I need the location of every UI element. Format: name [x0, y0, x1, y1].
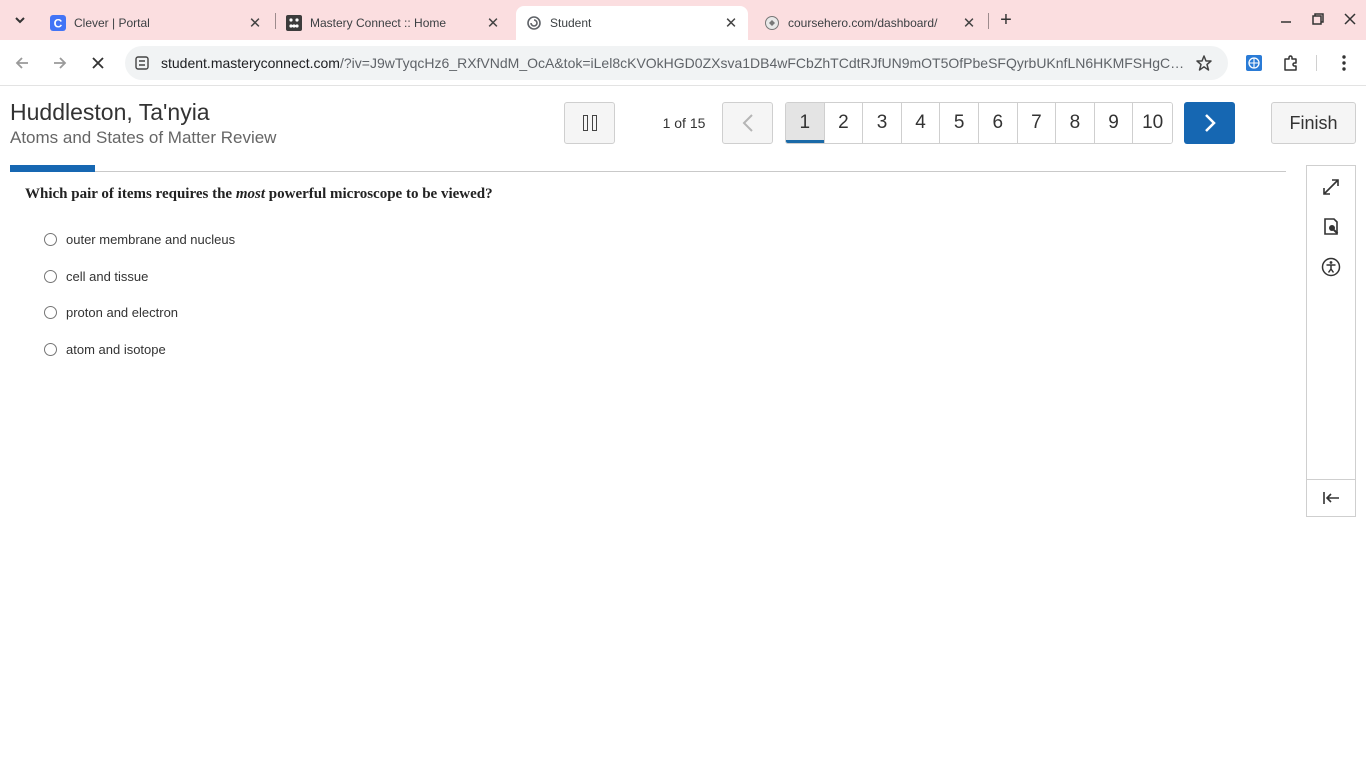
tab-strip: C Clever | Portal ✕ Mastery Connect :: H…: [0, 0, 1366, 40]
globe-icon: [764, 15, 780, 31]
tools-panel: [1306, 165, 1356, 517]
tab-title: Student: [550, 16, 592, 30]
answer-choice-label[interactable]: atom and isotope: [66, 342, 166, 357]
tools-divider: [1307, 479, 1355, 480]
restore-button[interactable]: [1306, 8, 1330, 30]
chevron-left-icon: [742, 114, 753, 132]
extension-button[interactable]: [1243, 52, 1265, 74]
radio-button[interactable]: [44, 343, 57, 356]
pause-icon-bar: [582, 115, 588, 131]
browser-menu-button[interactable]: [1333, 52, 1355, 74]
chevron-right-icon: [1204, 114, 1216, 132]
close-icon[interactable]: ✕: [960, 14, 978, 32]
mastery-connect-icon: [286, 15, 302, 31]
progress-track: [10, 171, 1286, 172]
question-text-end: powerful microscope to be viewed?: [265, 186, 493, 202]
tab-search-button[interactable]: [6, 7, 34, 33]
tab-separator: [988, 13, 989, 29]
collapse-panel-icon: [1323, 492, 1339, 504]
question-nav-button-2[interactable]: 2: [824, 103, 864, 143]
plus-icon: +: [1000, 8, 1012, 31]
puzzle-icon: [1284, 55, 1297, 71]
answer-choice-label[interactable]: proton and electron: [66, 305, 178, 320]
question-text: Which pair of items requires the most po…: [25, 186, 493, 203]
tab-title: Mastery Connect :: Home: [310, 16, 447, 30]
extensions-menu-button[interactable]: [1280, 52, 1302, 74]
close-icon[interactable]: ✕: [484, 14, 502, 32]
question-emphasis: most: [235, 186, 266, 202]
close-icon[interactable]: ✕: [246, 14, 264, 32]
clever-icon: C: [50, 15, 66, 31]
address-bar[interactable]: student.masteryconnect.com/?iv=J9wTyqcHz…: [125, 46, 1228, 80]
student-name: Huddleston, Ta'nyia: [10, 99, 210, 125]
question-nav-button-8[interactable]: 8: [1056, 103, 1095, 143]
bookmark-star-icon[interactable]: [1194, 53, 1214, 73]
question-nav-button-4[interactable]: 4: [901, 103, 941, 143]
progress-bar-fill: [10, 165, 96, 172]
question-nav-button-5[interactable]: 5: [940, 103, 979, 143]
url-text[interactable]: student.masteryconnect.com/?iv=J9wTyqcHz…: [161, 55, 1185, 71]
collapse-panel-button[interactable]: [1319, 486, 1343, 510]
minimize-button[interactable]: [1274, 8, 1298, 30]
question-text-start: Which pair of items requires the: [25, 186, 236, 202]
answer-choice-label[interactable]: outer membrane and nucleus: [66, 232, 235, 247]
radio-button[interactable]: [44, 306, 57, 319]
svg-text:C: C: [54, 17, 63, 31]
magnifier-icon: [1324, 218, 1339, 235]
back-button[interactable]: [9, 50, 35, 76]
tab-title: Clever | Portal: [74, 16, 150, 30]
question-nav-button-3[interactable]: 3: [863, 103, 902, 143]
answer-choice[interactable]: cell and tissue: [44, 269, 148, 284]
url-path: /?iv=J9wTyqcHz6_RXfVNdM_OcA&tok=iLel8cKV…: [339, 55, 1185, 71]
tab-title: coursehero.com/dashboard/: [788, 16, 938, 30]
new-tab-button[interactable]: +: [994, 9, 1018, 31]
close-icon[interactable]: ✕: [722, 14, 740, 32]
accessibility-icon: [1321, 257, 1341, 277]
close-window-button[interactable]: [1338, 8, 1362, 30]
restore-icon: [1312, 13, 1324, 25]
question-navigator: 1 2 3 4 5 6 7 8 9 10: [785, 102, 1173, 144]
tab-student[interactable]: Student ✕: [516, 6, 748, 40]
tab-mastery-connect[interactable]: Mastery Connect :: Home ✕: [276, 6, 510, 40]
close-icon: [1344, 13, 1356, 25]
question-nav-button-7[interactable]: 7: [1017, 103, 1057, 143]
pause-icon-bar: [591, 115, 597, 131]
stop-loading-button[interactable]: [85, 50, 111, 76]
question-nav-button-6[interactable]: 6: [978, 103, 1018, 143]
answer-choice-label[interactable]: cell and tissue: [66, 269, 148, 284]
loading-icon: [526, 15, 542, 31]
assessment-title: Atoms and States of Matter Review: [10, 128, 277, 147]
answer-choice[interactable]: atom and isotope: [44, 342, 166, 357]
chevron-down-icon: [15, 17, 25, 24]
next-question-button[interactable]: [1184, 102, 1235, 144]
forward-button[interactable]: [47, 50, 73, 76]
magnifier-button[interactable]: [1319, 215, 1343, 239]
arrow-left-icon: [15, 57, 28, 69]
expand-icon: [1323, 179, 1339, 195]
radio-button[interactable]: [44, 270, 57, 283]
question-nav-button-10[interactable]: 10: [1133, 103, 1172, 143]
minimize-icon: [1281, 21, 1291, 23]
accessibility-button[interactable]: [1319, 255, 1343, 279]
question-nav-button-1[interactable]: 1: [786, 103, 825, 143]
expand-button[interactable]: [1319, 175, 1343, 199]
previous-question-button[interactable]: [722, 102, 773, 144]
browser-toolbar: student.masteryconnect.com/?iv=J9wTyqcHz…: [0, 40, 1366, 86]
question-nav-button-9[interactable]: 9: [1094, 103, 1134, 143]
more-vertical-icon: [1342, 55, 1346, 71]
answer-choice[interactable]: outer membrane and nucleus: [44, 232, 235, 247]
site-info-icon[interactable]: [134, 55, 150, 71]
translate-extension-icon: [1246, 55, 1262, 71]
finish-button[interactable]: Finish: [1271, 102, 1356, 144]
tab-clever[interactable]: C Clever | Portal ✕: [40, 6, 272, 40]
question-progress-text: 1 of 15: [662, 115, 706, 131]
toolbar-separator: [1316, 55, 1317, 71]
radio-button[interactable]: [44, 233, 57, 246]
url-host: student.masteryconnect.com: [161, 55, 340, 71]
arrow-right-icon: [54, 57, 67, 69]
tab-coursehero[interactable]: coursehero.com/dashboard/ ✕: [754, 6, 986, 40]
pause-button[interactable]: [564, 102, 615, 144]
close-icon: [92, 57, 104, 69]
answer-choice[interactable]: proton and electron: [44, 305, 178, 320]
